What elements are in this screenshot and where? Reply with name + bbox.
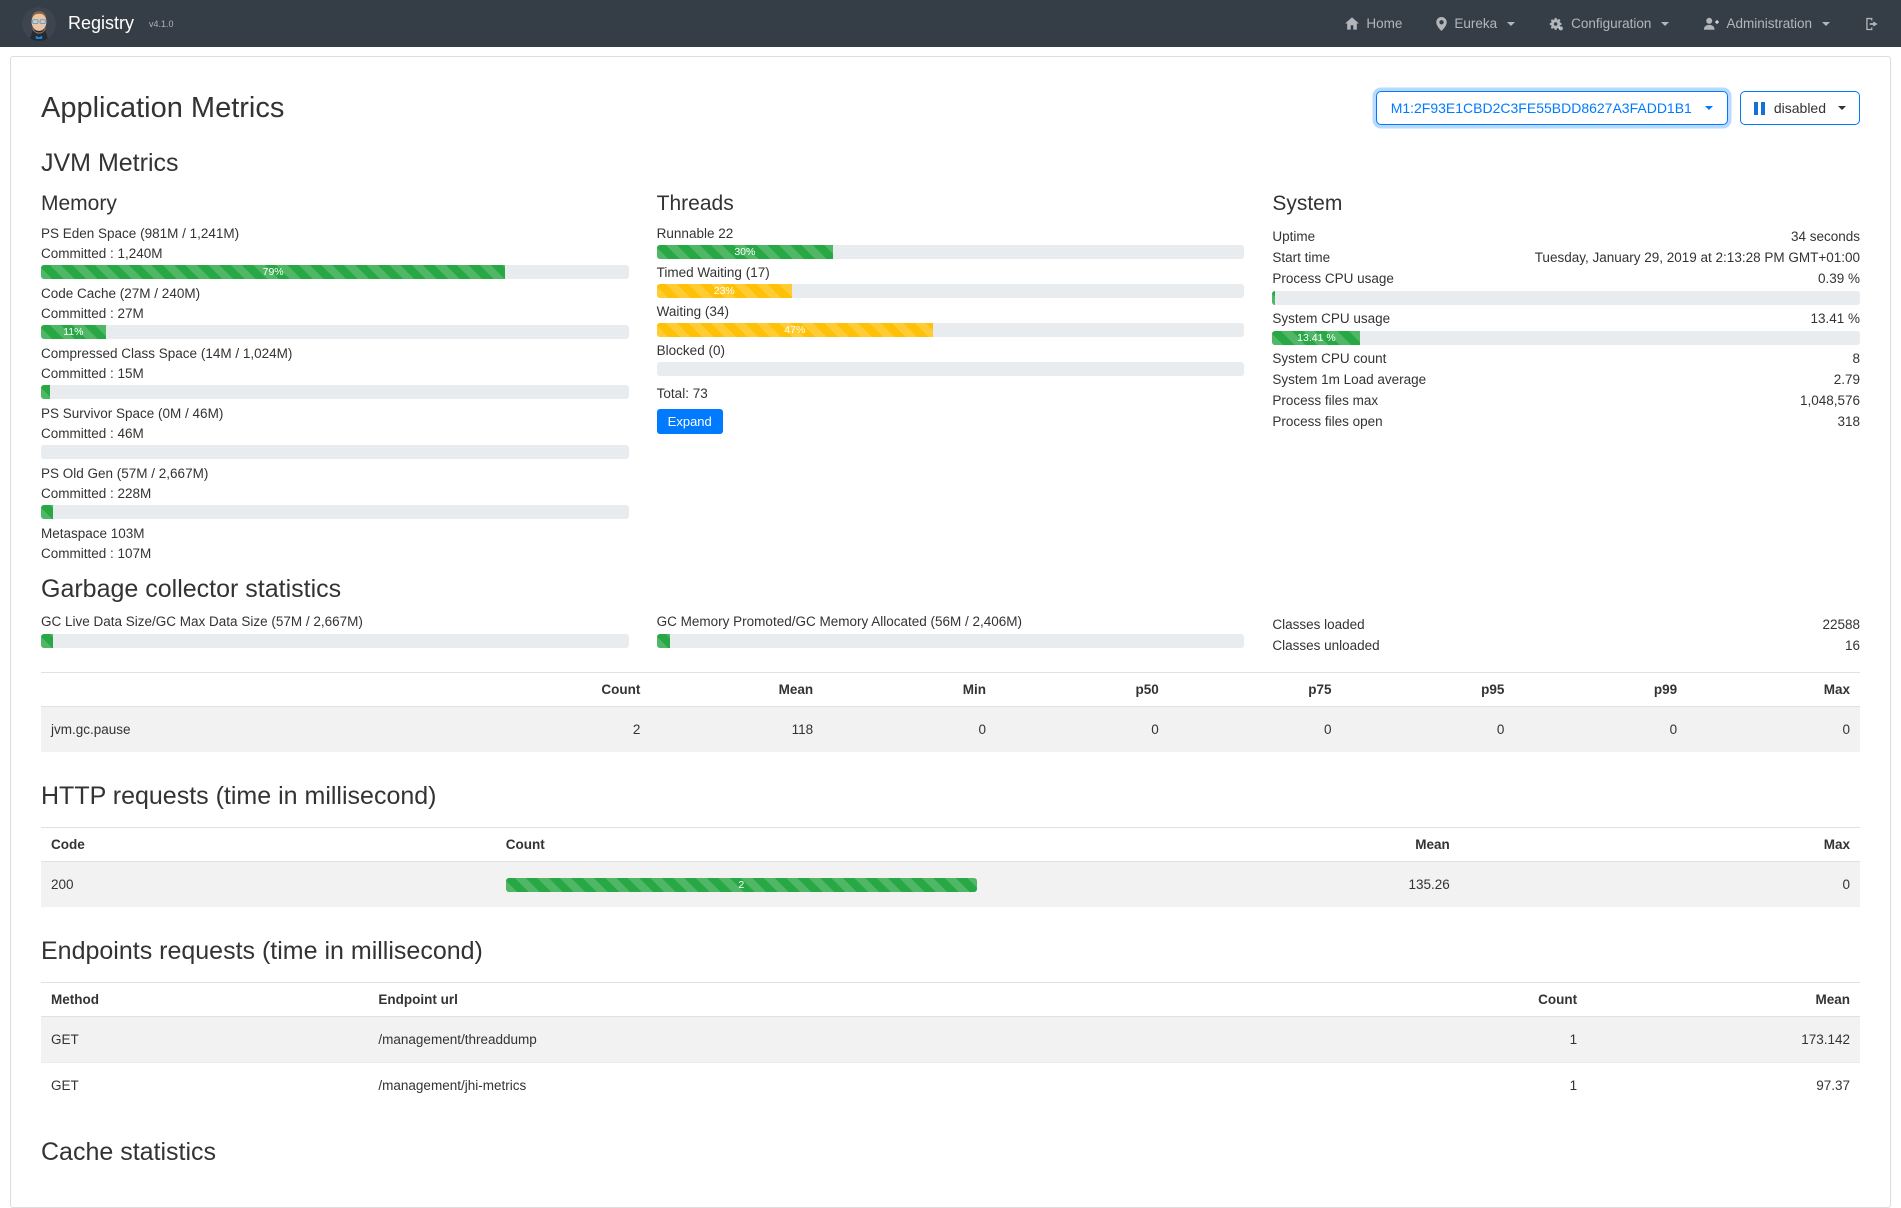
- memory-progress-bar: 11%: [41, 325, 629, 339]
- threads-total: Total: 73: [657, 386, 1245, 401]
- table-row: jvm.gc.pause 2 118 0 0 0 0 0 0: [41, 707, 1860, 753]
- chevron-down-icon: [1705, 106, 1713, 110]
- brand[interactable]: Registry v4.1.0: [22, 7, 174, 41]
- system-row: Uptime34 seconds: [1272, 226, 1860, 247]
- nav-item-administration[interactable]: Administration: [1703, 16, 1830, 31]
- chevron-down-icon: [1838, 106, 1846, 110]
- endpoints-heading: Endpoints requests (time in millisecond): [41, 937, 1860, 966]
- http-requests-heading: HTTP requests (time in millisecond): [41, 782, 1860, 811]
- nav-item-configuration[interactable]: Configuration: [1549, 16, 1669, 31]
- brand-version: v4.1.0: [149, 19, 174, 29]
- brand-name: Registry: [68, 13, 134, 34]
- sign-out-icon: [1864, 17, 1879, 31]
- threads-column: Threads Runnable 22 30% Timed Waiting (1…: [657, 192, 1245, 565]
- refresh-rate-button[interactable]: disabled: [1740, 91, 1860, 125]
- metrics-card: Application Metrics M1:2F93E1CBD2C3FE55B…: [10, 56, 1891, 1208]
- thread-item: Waiting (34) 47%: [657, 304, 1245, 337]
- system-row: System CPU usage13.41 %: [1272, 308, 1860, 329]
- threads-progress-bar: 47%: [657, 323, 1245, 337]
- chevron-down-icon: [1661, 22, 1669, 26]
- jhipster-avatar-icon: [22, 7, 56, 41]
- memory-heading: Memory: [41, 192, 629, 216]
- nav-item-eureka[interactable]: Eureka: [1436, 16, 1515, 31]
- gc-heading: Garbage collector statistics: [41, 575, 1860, 604]
- http-requests-table: Code Count Mean Max 200 2 135.26 0: [41, 827, 1860, 907]
- page-title: Application Metrics: [41, 92, 284, 125]
- table-row: 200 2 135.26 0: [41, 862, 1860, 908]
- thread-item: Timed Waiting (17) 23%: [657, 265, 1245, 298]
- memory-progress-bar: [41, 385, 629, 399]
- system-cpu-progress-bar: 13.41 %: [1272, 331, 1860, 345]
- gc-live-data: GC Live Data Size/GC Max Data Size (57M …: [41, 614, 629, 656]
- nav-item-home[interactable]: Home: [1345, 16, 1402, 31]
- sign-out-button[interactable]: [1864, 17, 1879, 31]
- system-column: System Uptime34 seconds Start timeTuesda…: [1272, 192, 1860, 565]
- jvm-metrics-heading: JVM Metrics: [41, 149, 1860, 178]
- gc-promoted-progress-bar: [657, 634, 1245, 648]
- instance-selector-value: M1:2F93E1CBD2C3FE55BDD8627A3FADD1B1: [1391, 100, 1692, 116]
- home-icon: [1345, 17, 1359, 30]
- memory-item: Metaspace 103M Committed : 107M: [41, 526, 629, 561]
- threads-progress-bar: [657, 362, 1245, 376]
- system-row: System 1m Load average2.79: [1272, 369, 1860, 390]
- table-row: GET /management/jhi-metrics 1 97.37: [41, 1063, 1860, 1109]
- memory-progress-bar: [41, 445, 629, 459]
- gc-live-progress-bar: [41, 634, 629, 648]
- map-marker-icon: [1436, 17, 1447, 31]
- memory-item: PS Old Gen (57M / 2,667M) Committed : 22…: [41, 466, 629, 519]
- process-cpu-progress-bar: [1272, 291, 1860, 305]
- table-row: GET /management/threaddump 1 173.142: [41, 1017, 1860, 1063]
- gc-stats-header: Count Mean Min p50 p75 p95 p99 Max: [41, 673, 1860, 707]
- thread-item: Runnable 22 30%: [657, 226, 1245, 259]
- cache-statistics-heading: Cache statistics: [41, 1138, 1860, 1167]
- threads-progress-bar: 23%: [657, 284, 1245, 298]
- gc-stats-table: Count Mean Min p50 p75 p95 p99 Max jvm.g…: [41, 672, 1860, 752]
- threads-progress-bar: 30%: [657, 245, 1245, 259]
- threads-heading: Threads: [657, 192, 1245, 216]
- system-row: Process CPU usage0.39 %: [1272, 268, 1860, 289]
- classes-loaded-row: Classes loaded22588: [1272, 614, 1860, 635]
- memory-item: Compressed Class Space (14M / 1,024M) Co…: [41, 346, 629, 399]
- chevron-down-icon: [1507, 22, 1515, 26]
- memory-progress-bar: [41, 505, 629, 519]
- pause-icon: [1754, 102, 1765, 115]
- user-plus-icon: [1703, 17, 1719, 30]
- gc-promoted: GC Memory Promoted/GC Memory Allocated (…: [657, 614, 1245, 656]
- memory-item: PS Survivor Space (0M / 46M) Committed :…: [41, 406, 629, 459]
- expand-button[interactable]: Expand: [657, 409, 723, 434]
- memory-progress-bar: 79%: [41, 265, 629, 279]
- top-navbar: Registry v4.1.0 Home Eureka Configuratio…: [0, 0, 1901, 47]
- gc-classes: Classes loaded22588 Classes unloaded16: [1272, 614, 1860, 656]
- system-row: Process files open318: [1272, 411, 1860, 432]
- instance-selector[interactable]: M1:2F93E1CBD2C3FE55BDD8627A3FADD1B1: [1376, 91, 1728, 125]
- endpoints-table-header: Method Endpoint url Count Mean: [41, 983, 1860, 1017]
- memory-column: Memory PS Eden Space (981M / 1,241M) Com…: [41, 192, 629, 565]
- cogs-icon: [1549, 17, 1564, 31]
- system-heading: System: [1272, 192, 1860, 216]
- memory-item: PS Eden Space (981M / 1,241M) Committed …: [41, 226, 629, 279]
- system-row: Process files max1,048,576: [1272, 390, 1860, 411]
- http-table-header: Code Count Mean Max: [41, 828, 1860, 862]
- http-count-progress-bar: 2: [506, 878, 977, 892]
- refresh-rate-label: disabled: [1774, 100, 1826, 116]
- system-row: System CPU count8: [1272, 348, 1860, 369]
- navbar-menu: Home Eureka Configuration Administration: [1345, 16, 1879, 31]
- thread-item: Blocked (0): [657, 343, 1245, 376]
- endpoints-table: Method Endpoint url Count Mean GET /mana…: [41, 982, 1860, 1108]
- memory-item: Code Cache (27M / 240M) Committed : 27M …: [41, 286, 629, 339]
- system-row: Start timeTuesday, January 29, 2019 at 2…: [1272, 247, 1860, 268]
- chevron-down-icon: [1822, 22, 1830, 26]
- classes-unloaded-row: Classes unloaded16: [1272, 635, 1860, 656]
